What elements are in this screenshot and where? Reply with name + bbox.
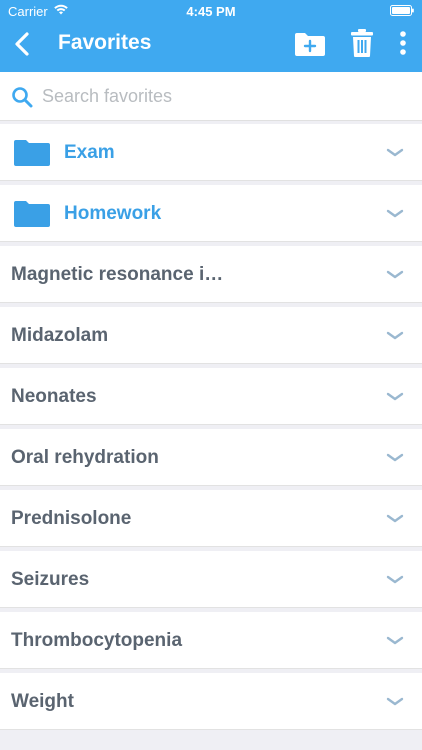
folder-plus-icon[interactable] [294,30,326,58]
chevron-down-icon[interactable] [386,148,404,158]
more-vertical-icon[interactable] [396,30,410,58]
folder-icon [14,201,50,227]
chevron-down-icon[interactable] [386,392,404,402]
chevron-left-icon[interactable] [10,30,34,58]
chevron-down-icon[interactable] [386,575,404,585]
favorite-item-row[interactable]: Weight [0,673,422,730]
favorite-item-label: Neonates [11,386,97,407]
favorite-item-row[interactable]: Seizures [0,551,422,608]
status-time: 4:45 PM [186,4,236,19]
favorite-item-row[interactable]: Magnetic resonance i… [0,246,422,303]
trash-icon[interactable] [350,28,374,58]
chevron-down-icon[interactable] [386,636,404,646]
folder-label: Exam [64,142,115,163]
folder-row-exam[interactable]: Exam [0,124,422,181]
favorite-item-row[interactable]: Midazolam [0,307,422,364]
chevron-down-icon[interactable] [386,514,404,524]
search-input[interactable] [42,82,402,110]
favorite-item-label: Prednisolone [11,508,132,529]
folder-row-homework[interactable]: Homework [0,185,422,242]
chevron-down-icon[interactable] [386,453,404,463]
favorite-item-label: Thrombocytopenia [11,630,183,651]
app-header: Carrier 4:45 PM Favorites [0,0,422,72]
chevron-down-icon[interactable] [386,209,404,219]
folder-icon [14,140,50,166]
favorite-item-row[interactable]: Thrombocytopenia [0,612,422,669]
status-bar: Carrier 4:45 PM [0,0,422,22]
favorite-item-label: Magnetic resonance i… [11,264,224,285]
favorite-item-label: Seizures [11,569,90,590]
favorite-item-row[interactable]: Oral rehydration [0,429,422,486]
favorites-list: Exam Homework Magnetic resonance i… Mida… [0,124,422,734]
favorite-item-label: Oral rehydration [11,447,159,468]
favorite-item-label: Weight [11,691,74,712]
search-icon [12,87,33,108]
folder-label: Homework [64,203,162,224]
chevron-down-icon[interactable] [386,697,404,707]
favorite-item-label: Midazolam [11,325,109,346]
search-bar [0,72,422,121]
chevron-down-icon[interactable] [386,331,404,341]
battery-icon [390,5,414,16]
favorite-item-row[interactable]: Neonates [0,368,422,425]
favorite-item-row[interactable]: Prednisolone [0,490,422,547]
chevron-down-icon[interactable] [386,270,404,280]
page-title: Favorites [58,31,152,54]
